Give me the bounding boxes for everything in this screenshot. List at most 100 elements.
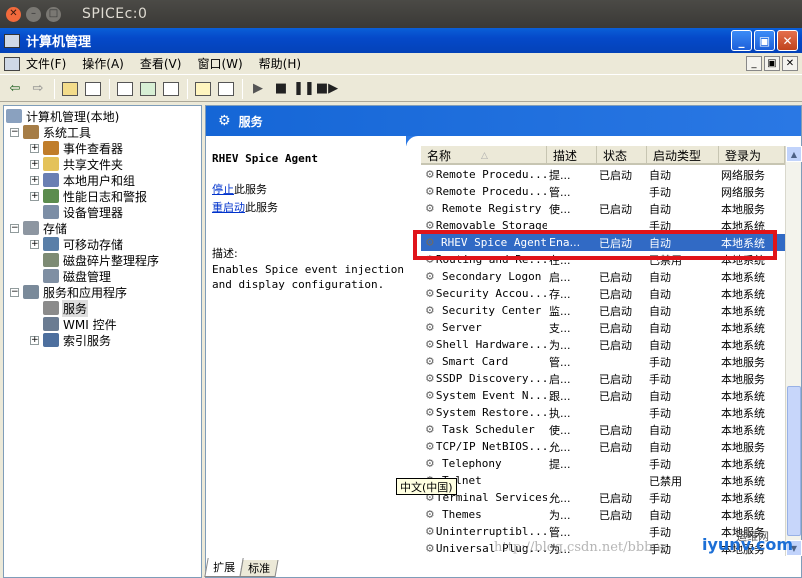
vm-maximize-button[interactable]: □ — [46, 6, 61, 22]
stop-service-icon[interactable]: ■ — [270, 78, 292, 100]
tree-item-event-viewer[interactable]: + 事件查看器 — [30, 140, 124, 156]
service-row[interactable]: ⚙ Routing and Re... 在... 已禁用 本地系统 — [421, 251, 785, 268]
device-manager-icon — [43, 205, 59, 219]
gear-icon: ⚙ — [218, 113, 231, 129]
restart-service-link[interactable]: 重启动 — [212, 201, 245, 214]
column-header-description[interactable]: 描述 — [547, 146, 597, 165]
tree-item-local-users[interactable]: + 本地用户和组 — [30, 172, 136, 188]
service-row[interactable]: ⚙ Smart Card 管... 手动 本地服务 — [421, 353, 785, 370]
cell-status: 已启动 — [599, 304, 632, 318]
restore-button[interactable]: ▣ — [754, 30, 775, 51]
expand-icon[interactable]: + — [30, 175, 39, 185]
column-header-logon-as[interactable]: 登录为 — [719, 146, 785, 165]
service-row[interactable]: ⚙ Remote Registry 使... 已启动 自动 本地服务 — [421, 200, 785, 217]
tree-item-root[interactable]: 计算机管理(本地) — [6, 108, 120, 124]
tree-item-disk-management[interactable]: 磁盘管理 — [43, 268, 112, 284]
column-header-name[interactable]: 名称 △ — [421, 146, 547, 165]
service-row[interactable]: ⚙ TCP/IP NetBIOS... 允... 已启动 自动 本地服务 — [421, 438, 785, 455]
stop-service-link[interactable]: 停止 — [212, 183, 234, 196]
refresh-icon[interactable] — [137, 78, 159, 100]
export-list-icon[interactable] — [160, 78, 182, 100]
service-row[interactable]: ⚙ System Event N... 跟... 已启动 自动 本地系统 — [421, 387, 785, 404]
minimize-button[interactable]: _ — [731, 30, 752, 51]
pause-service-icon[interactable]: ❚❚ — [293, 78, 315, 100]
service-row[interactable]: ⚙ RHEV Spice Agent Ena... 已启动 自动 本地系统 — [421, 234, 785, 251]
service-row[interactable]: ⚙ Removable Storage 手动 本地系统 — [421, 217, 785, 234]
column-header-status[interactable]: 状态 — [597, 146, 647, 165]
service-row[interactable]: ⚙ Server 支... 已启动 自动 本地系统 — [421, 319, 785, 336]
service-row[interactable]: ⚙ Secondary Logon 启... 已启动 自动 本地系统 — [421, 268, 785, 285]
tree-item-performance-logs[interactable]: + 性能日志和警报 — [30, 188, 148, 204]
menu-view[interactable]: 查看(V) — [140, 55, 182, 72]
menu-file[interactable]: 文件(F) — [26, 55, 66, 72]
help-icon[interactable] — [192, 78, 214, 100]
service-row[interactable]: ⚙ Themes 为... 已启动 自动 本地系统 — [421, 506, 785, 523]
mdi-close-button[interactable]: ✕ — [782, 56, 798, 71]
restart-service-icon[interactable]: ■▶ — [316, 78, 338, 100]
collapse-icon[interactable]: − — [10, 287, 19, 297]
service-row[interactable]: ⚙ Remote Procedu... 提... 已启动 自动 网络服务 — [421, 166, 785, 183]
menu-bar: 文件(F) 操作(A) 查看(V) 窗口(W) 帮助(H) _ ▣ ✕ — [0, 53, 802, 75]
vm-close-button[interactable]: ✕ — [6, 6, 21, 22]
sort-ascending-icon: △ — [481, 150, 488, 161]
service-row[interactable]: ⚙Telnet已禁用本地系统 — [421, 472, 785, 489]
vm-minimize-button[interactable]: – — [26, 6, 41, 22]
column-header-startup-type[interactable]: 启动类型 — [647, 146, 719, 165]
toolbox-icon — [23, 125, 39, 139]
details-pane: ⚙ 服务 RHEV Spice Agent 停止此服务 重启动此服务 描述: E… — [205, 105, 802, 578]
service-row[interactable]: ⚙ Remote Procedu... 管... 手动 网络服务 — [421, 183, 785, 200]
show-tree-icon[interactable] — [82, 78, 104, 100]
mdi-document-icon[interactable] — [4, 56, 20, 71]
mdi-minimize-button[interactable]: _ — [746, 56, 762, 71]
vertical-scrollbar[interactable]: ▲ ▼ — [785, 146, 802, 556]
service-row[interactable]: ⚙ Shell Hardware... 为... 已启动 自动 本地系统 — [421, 336, 785, 353]
service-row[interactable]: ⚙ Security Center 监... 已启动 自动 本地系统 — [421, 302, 785, 319]
tree-item-system-tools[interactable]: − 系统工具 — [10, 124, 92, 140]
scrollbar-thumb[interactable] — [787, 386, 801, 536]
expand-icon[interactable]: + — [30, 191, 39, 201]
tab-extended[interactable]: 扩展 — [204, 558, 244, 577]
service-row[interactable]: ⚙ Terminal Services 允... 已启动 手动 本地系统 — [421, 489, 785, 506]
collapse-icon[interactable]: − — [10, 127, 19, 137]
console-icon[interactable] — [215, 78, 237, 100]
properties-icon[interactable] — [114, 78, 136, 100]
vm-title-bar: ✕ – □ SPICEc:0 — [0, 0, 802, 28]
expand-icon[interactable]: + — [30, 335, 39, 345]
tree-item-services-and-apps[interactable]: − 服务和应用程序 — [10, 284, 128, 300]
expand-icon[interactable]: + — [30, 159, 39, 169]
tab-standard[interactable]: 标准 — [239, 560, 279, 577]
tree-item-removable-storage[interactable]: + 可移动存储 — [30, 236, 124, 252]
tree-item-wmi[interactable]: WMI 控件 — [43, 316, 118, 332]
menu-action[interactable]: 操作(A) — [82, 55, 124, 72]
service-gear-icon: ⚙ — [426, 184, 434, 199]
service-row[interactable]: ⚙ System Restore... 执... 手动 本地系统 — [421, 404, 785, 421]
back-arrow-icon[interactable]: ⇦ — [4, 78, 26, 100]
collapse-icon[interactable]: − — [10, 223, 19, 233]
service-row[interactable]: ⚙ Security Accou... 存... 已启动 自动 本地系统 — [421, 285, 785, 302]
cell-startup-type: 手动 — [649, 185, 671, 199]
start-service-icon[interactable]: ▶ — [247, 78, 269, 100]
tree-item-shared-folders[interactable]: + 共享文件夹 — [30, 156, 124, 172]
up-folder-icon[interactable] — [59, 78, 81, 100]
close-button[interactable]: ✕ — [777, 30, 798, 51]
selected-service-name: RHEV Spice Agent — [212, 152, 318, 165]
expand-icon[interactable]: + — [30, 239, 39, 249]
tree-item-device-manager[interactable]: 设备管理器 — [43, 204, 124, 220]
tree-item-storage[interactable]: − 存储 — [10, 220, 68, 236]
mdi-restore-button[interactable]: ▣ — [764, 56, 780, 71]
tree-item-indexing[interactable]: + 索引服务 — [30, 332, 112, 348]
expand-icon[interactable]: + — [30, 143, 39, 153]
service-row[interactable]: ⚙ Task Scheduler 使... 已启动 自动 本地系统 — [421, 421, 785, 438]
vm-title: SPICEc:0 — [82, 6, 148, 22]
service-row[interactable]: ⚙ SSDP Discovery... 启... 已启动 手动 本地服务 — [421, 370, 785, 387]
cell-name: ⚙ Shell Hardware... — [421, 338, 547, 352]
scroll-up-icon[interactable]: ▲ — [786, 146, 802, 162]
forward-arrow-icon[interactable]: ⇨ — [27, 78, 49, 100]
menu-window[interactable]: 窗口(W) — [197, 55, 242, 72]
cell-description: 在... — [549, 253, 571, 267]
tree-item-services[interactable]: 服务 — [43, 299, 89, 317]
service-row[interactable]: ⚙ Telephony 提... 手动 本地系统 — [421, 455, 785, 472]
tree-item-defrag[interactable]: 磁盘碎片整理程序 — [43, 252, 160, 268]
menu-help[interactable]: 帮助(H) — [259, 55, 301, 72]
cell-name: ⚙ Remote Procedu... — [421, 168, 547, 182]
